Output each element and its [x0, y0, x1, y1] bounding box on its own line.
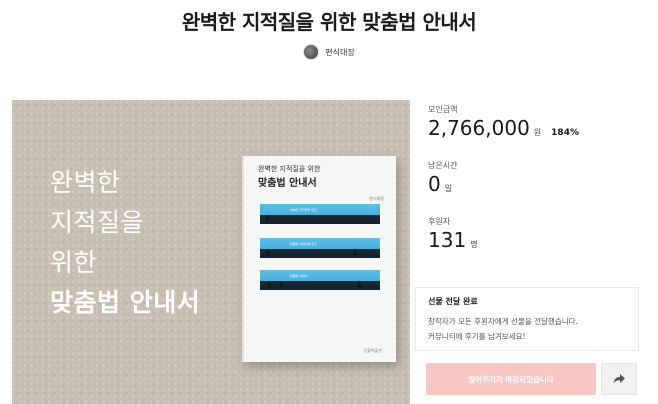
- strip-text-3: 맞춤법 안내서: [290, 274, 308, 278]
- book-publisher: 텀블벅출판: [363, 348, 382, 353]
- project-title: 완벽한 지적질을 위한 맞춤법 안내서: [181, 10, 477, 34]
- funding-label: 모인금액: [428, 105, 458, 114]
- strip-text-2: 맞춤법 안내서를 읽고: [290, 242, 317, 246]
- silhouette-figure: [266, 215, 269, 222]
- silhouette-tree: [356, 280, 362, 288]
- silhouette-figure: [266, 249, 269, 256]
- time-remaining: 0 일: [428, 172, 452, 196]
- book-author: 편식대장: [369, 196, 384, 201]
- backers-unit: 명: [470, 240, 478, 249]
- creator-info[interactable]: 편식대장: [0, 44, 658, 60]
- book-cover: 완벽한 지적질을 위한 맞춤법 안내서 편식대장 완벽한 지적질을 위한 맞춤법…: [242, 156, 396, 362]
- gift-status-title: 선물 전달 완료: [428, 297, 478, 306]
- time-label: 남은시간: [428, 161, 458, 170]
- book-strip-1: 완벽한 지적질을 위한: [260, 204, 380, 224]
- strip-text-1: 완벽한 지적질을 위한: [290, 208, 317, 212]
- gift-status-box: 선물 전달 완료 창작자가 모든 후원자에게 선물을 전달했습니다. 커뮤니티에…: [415, 287, 639, 351]
- time-value: 0: [428, 172, 441, 196]
- gift-status-description: 창작자가 모든 후원자에게 선물을 전달했습니다. 커뮤니티에 후기를 남겨보세…: [428, 317, 578, 341]
- hero-text-line-2: 지적질을: [50, 208, 145, 237]
- funding-value: 2,766,000: [428, 116, 530, 140]
- creator-avatar[interactable]: [303, 44, 320, 60]
- backers-count: 131 명: [428, 228, 478, 252]
- silhouette-figure: [280, 281, 283, 288]
- hero-text-line-4: 맞춤법 안내서: [50, 288, 201, 317]
- creator-name[interactable]: 편식대장: [325, 47, 354, 58]
- silhouette-figure: [268, 281, 271, 288]
- backers-value: 131: [428, 228, 467, 252]
- hero-text-line-3: 위한: [50, 248, 98, 277]
- hero-text-line-1: 완벽한: [50, 168, 121, 197]
- backers-label: 후원자: [428, 217, 451, 226]
- book-subtitle: 완벽한 지적질을 위한: [258, 165, 321, 173]
- funding-percent: 184%: [551, 128, 579, 138]
- silhouette-tree: [352, 248, 358, 256]
- hero-image: 완벽한 지적질을 위한 맞춤법 안내서 완벽한 지적질을 위한 맞춤법 안내서 …: [12, 100, 410, 404]
- share-button[interactable]: [601, 363, 637, 395]
- funding-amount: 2,766,000 원 184%: [428, 116, 579, 140]
- share-arrow-icon: [613, 374, 625, 384]
- funding-unit: 원: [533, 128, 542, 137]
- book-strip-2: 맞춤법 안내서를 읽고: [260, 238, 380, 258]
- book-strip-3: 맞춤법 안내서: [260, 270, 380, 290]
- book-main-title: 맞춤법 안내서: [258, 178, 317, 189]
- time-unit: 일: [444, 184, 453, 193]
- back-project-button[interactable]: 밀어주기가 마감되었습니다: [426, 363, 596, 395]
